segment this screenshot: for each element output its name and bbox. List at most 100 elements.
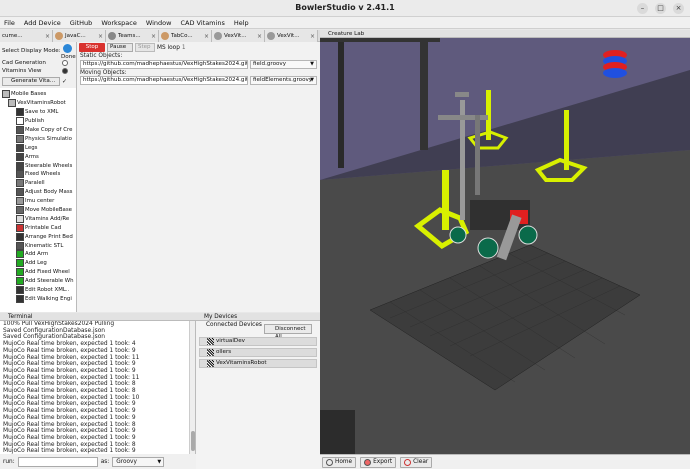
- tree-item[interactable]: Vitamins Add/Re: [0, 214, 76, 223]
- static-url-field[interactable]: https://github.com/madhephaestus/VexHigh…: [80, 60, 248, 69]
- tree-item[interactable]: Arrange Print Bed: [0, 232, 76, 241]
- menu-window[interactable]: Window: [146, 19, 172, 27]
- tree-item[interactable]: VexVitaminsRobot: [0, 99, 76, 108]
- tree-item-label: Move MobileBase: [25, 207, 72, 214]
- done-check-icon[interactable]: [63, 44, 72, 53]
- close-icon[interactable]: ×: [151, 33, 156, 40]
- tree-item[interactable]: Make Copy of Cre: [0, 126, 76, 135]
- tab-1[interactable]: cume... ×: [0, 30, 53, 42]
- tab-3[interactable]: Teams... ×: [106, 30, 159, 42]
- close-icon[interactable]: ×: [310, 33, 315, 40]
- tree-item[interactable]: Steerable Wheels: [0, 161, 76, 170]
- check-icon[interactable]: ✓: [62, 78, 67, 85]
- tree-item[interactable]: Fixed Wheels: [0, 170, 76, 179]
- moving-url-field[interactable]: https://github.com/madhephaestus/VexHigh…: [80, 76, 248, 85]
- tree-item[interactable]: Add Steerable Wh: [0, 277, 76, 286]
- cad-generation-option[interactable]: Cad Generation: [2, 60, 46, 66]
- tree-item[interactable]: Add Fixed Wheel: [0, 268, 76, 277]
- tree-item[interactable]: Move MobileBase: [0, 206, 76, 215]
- moving-file-select[interactable]: fieldElements.groovy ▼: [250, 76, 317, 85]
- tree-item-icon: [16, 250, 24, 259]
- home-button[interactable]: Home: [322, 456, 357, 468]
- creature-lab-tab[interactable]: Creature Lab: [320, 30, 690, 38]
- language-select[interactable]: Groovy ▼: [112, 456, 165, 467]
- tab-6[interactable]: VexVit... ×: [265, 30, 318, 42]
- tree-item[interactable]: Kinematic STL: [0, 241, 76, 250]
- clear-button[interactable]: Clear: [400, 456, 433, 468]
- tab-2[interactable]: JavaC... ×: [53, 30, 106, 42]
- terminal-line: Saved ConfigurationDatabase.json: [3, 334, 106, 341]
- terminal-output[interactable]: 100% Pull VexHighStakes2024 Pulling Saved…: [0, 321, 196, 454]
- 3d-scene: [320, 30, 690, 454]
- tab-5[interactable]: VexVit... ×: [212, 30, 265, 42]
- step-button[interactable]: Step: [135, 43, 155, 52]
- tree-item[interactable]: Arms: [0, 152, 76, 161]
- run-input[interactable]: [17, 456, 98, 467]
- close-icon[interactable]: ×: [257, 33, 262, 40]
- terminal-line: MujoCo Real time broken, expected 1 took…: [3, 341, 136, 348]
- device-row[interactable]: virtualDev: [199, 337, 317, 346]
- tree-item-label: Mobile Bases: [11, 91, 47, 98]
- export-button[interactable]: Export: [360, 456, 397, 468]
- tree-item[interactable]: Paralell: [0, 179, 76, 188]
- disconnect-all-button[interactable]: Disconnect All: [264, 324, 312, 340]
- tree-item[interactable]: Save to XML: [0, 108, 76, 117]
- stop-button[interactable]: Stop: [79, 43, 105, 52]
- 3d-viewport[interactable]: [320, 30, 690, 454]
- menu-help[interactable]: Help: [234, 19, 249, 27]
- minimize-button[interactable]: –: [637, 3, 648, 14]
- tab-4[interactable]: TabCo... ×: [159, 30, 212, 42]
- tree-item[interactable]: Legs: [0, 143, 76, 152]
- device-row[interactable]: ollers: [199, 348, 317, 357]
- menu-workspace[interactable]: Workspace: [101, 19, 137, 27]
- tree-item[interactable]: Add Leg: [0, 259, 76, 268]
- tree-item-label: Steerable Wheels: [25, 162, 73, 169]
- tree-item[interactable]: Edit Walking Engi: [0, 294, 76, 303]
- my-devices-tab[interactable]: My Devices: [196, 313, 320, 321]
- run-label: run:: [3, 458, 15, 465]
- tree-item-label: Make Copy of Cre: [25, 127, 73, 133]
- generate-vitamins-button[interactable]: Generate Vita...: [2, 77, 60, 86]
- pause-button[interactable]: Pause: [107, 43, 133, 52]
- tree-item[interactable]: Edit Robot XML..: [0, 286, 76, 295]
- tree-item-icon: [16, 232, 24, 241]
- radio-selected-icon[interactable]: [62, 68, 68, 74]
- tree-item[interactable]: Add Arm: [0, 250, 76, 259]
- close-button[interactable]: ×: [673, 3, 684, 14]
- tree-item[interactable]: Publish: [0, 117, 76, 126]
- device-row[interactable]: VexVitaminsRobot: [199, 359, 317, 368]
- java-icon: [55, 32, 63, 40]
- close-icon[interactable]: ×: [204, 33, 209, 40]
- terminal-line: MujoCo Real time broken, expected 1 took…: [3, 374, 140, 381]
- terminal-line: MujoCo Real time broken, expected 1 took…: [3, 361, 136, 368]
- close-icon[interactable]: ×: [45, 33, 50, 40]
- close-icon[interactable]: ×: [98, 33, 103, 40]
- static-file-select[interactable]: field.groovy ▼: [250, 60, 317, 69]
- maximize-button[interactable]: □: [655, 3, 666, 14]
- tree-item-icon: [16, 294, 24, 303]
- scroll-thumb[interactable]: [191, 431, 195, 451]
- run-bar: run: as: Groovy ▼: [0, 454, 196, 469]
- tree-item[interactable]: Printable Cad: [0, 223, 76, 232]
- menu-file[interactable]: File: [4, 19, 15, 27]
- tree-item[interactable]: Physics Simulatio: [0, 134, 76, 143]
- terminal-line: MujoCo Real time broken, expected 1 took…: [3, 421, 136, 428]
- terminal-scrollbar[interactable]: [189, 321, 195, 454]
- tree-item-icon: [16, 143, 24, 152]
- file-icon: [108, 32, 116, 40]
- radio-icon[interactable]: [62, 60, 68, 66]
- tree-item-label: Adjust Body Mass: [25, 189, 73, 196]
- terminal-line: MujoCo Real time broken, expected 1 took…: [3, 434, 136, 441]
- vitamins-view-option[interactable]: Vitamins View: [2, 68, 41, 74]
- terminal-tab[interactable]: Terminal: [0, 313, 196, 321]
- menu-cad-vitamins[interactable]: CAD Vitamins: [180, 19, 224, 27]
- tree-item[interactable]: Adjust Body Mass: [0, 188, 76, 197]
- ms-loop-value[interactable]: 1: [182, 45, 186, 51]
- tree-item[interactable]: Imu center: [0, 197, 76, 206]
- menu-add-device[interactable]: Add Device: [24, 19, 61, 27]
- tree-item-icon: [16, 259, 24, 268]
- terminal-line: MujoCo Real time broken, expected 1 took…: [3, 381, 136, 388]
- tree-item-icon: [16, 214, 24, 223]
- tree-item[interactable]: Mobile Bases: [0, 90, 76, 99]
- menu-github[interactable]: GitHub: [70, 19, 93, 27]
